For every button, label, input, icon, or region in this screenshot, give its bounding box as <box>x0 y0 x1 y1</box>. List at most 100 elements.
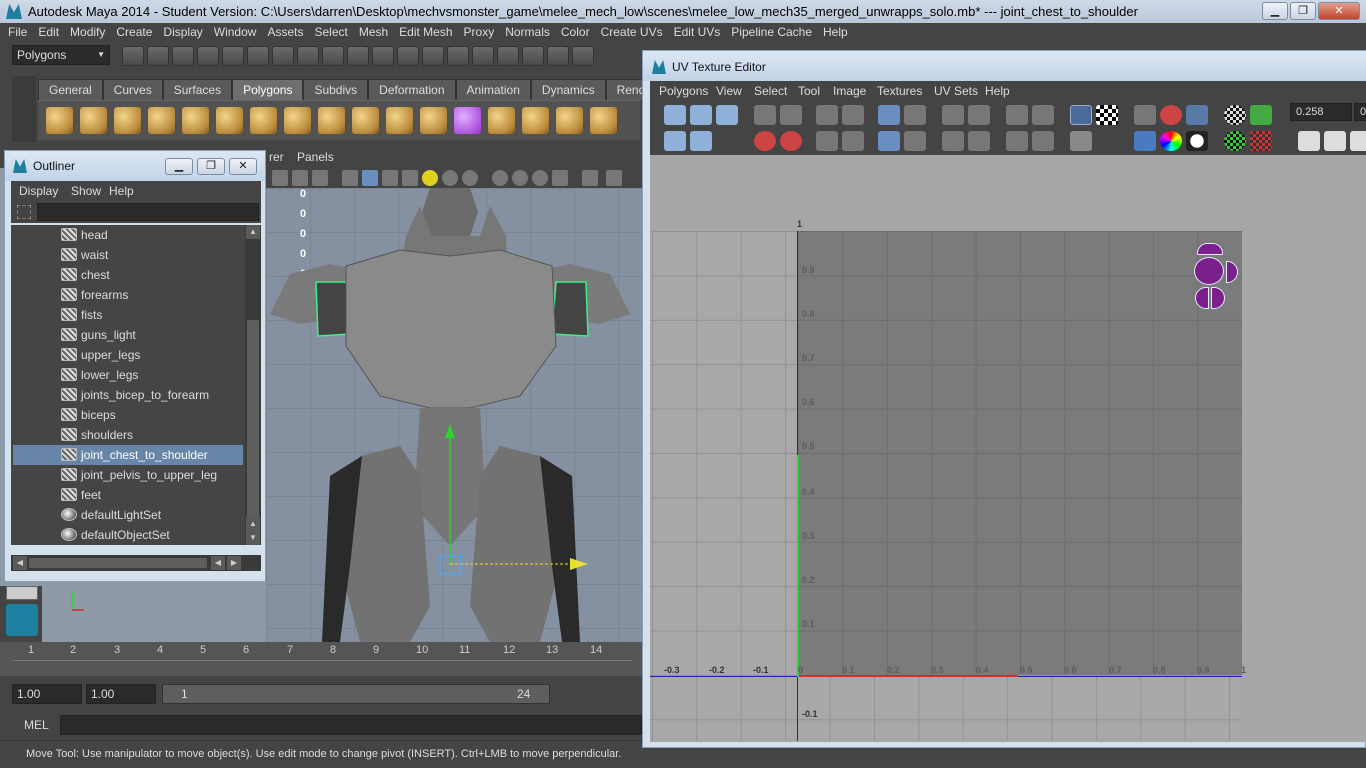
poly-cube-icon[interactable] <box>80 107 107 134</box>
uv-u-value-field[interactable]: 0.258 <box>1290 103 1352 121</box>
menu-proxy[interactable]: Proxy <box>460 23 502 42</box>
playback-start-field[interactable]: 1.00 <box>86 684 156 704</box>
layout-uvs-icon[interactable] <box>878 105 900 125</box>
close-button[interactable]: ✕ <box>1318 2 1360 20</box>
select-object-icon[interactable] <box>222 46 244 66</box>
render-settings-icon[interactable] <box>547 46 569 66</box>
mech-chest[interactable] <box>345 249 557 409</box>
poly-soccer-ball-icon[interactable] <box>318 107 345 134</box>
scroll-left-icon[interactable]: ◀ <box>13 556 27 570</box>
outliner-item[interactable]: joints_bicep_to_forearm <box>13 385 243 405</box>
scroll-down-icon[interactable]: ▼ <box>246 531 260 545</box>
menu-edit-uvs[interactable]: Edit UVs <box>670 23 728 42</box>
add-to-isolate-icon[interactable] <box>1032 105 1054 125</box>
shaded-uvs-icon[interactable] <box>1186 105 1208 125</box>
ipr-render-icon[interactable] <box>472 46 494 66</box>
open-scene-icon[interactable] <box>147 46 169 66</box>
command-language-label[interactable]: MEL <box>24 718 49 732</box>
shelf-tab-curves[interactable]: Curves <box>102 79 163 100</box>
psd-network-icon[interactable] <box>1250 105 1272 125</box>
filter-icon[interactable] <box>17 205 31 219</box>
menu-pipeline-cache[interactable]: Pipeline Cache <box>727 23 819 42</box>
extrude-icon[interactable] <box>488 107 515 134</box>
rotate-cw-icon[interactable] <box>780 131 802 151</box>
rgb-channels-icon[interactable] <box>1160 131 1182 151</box>
uv-smudge-icon[interactable] <box>716 105 738 125</box>
uv-menu-select[interactable]: Select <box>754 84 787 98</box>
uv-menu-view[interactable]: View <box>716 84 742 98</box>
outliner-item[interactable]: forearms <box>13 285 243 305</box>
poly-pyramid-icon[interactable] <box>250 107 277 134</box>
outliner-horizontal-scrollbar[interactable]: ◀ ◀ ▶ <box>11 555 261 571</box>
outliner-maximize-button[interactable]: ❐ <box>197 158 225 175</box>
minimize-button[interactable]: ▁ <box>1262 2 1288 20</box>
shelf-tab-subdivs[interactable]: Subdivs <box>303 79 369 100</box>
make-live-icon[interactable] <box>397 46 419 66</box>
split-polygon-icon[interactable] <box>590 107 617 134</box>
poly-pipe-icon[interactable] <box>284 107 311 134</box>
shelf-tab-animation[interactable]: Animation <box>455 79 531 100</box>
poly-plane-icon[interactable] <box>182 107 209 134</box>
poly-cone-icon[interactable] <box>148 107 175 134</box>
outliner-item[interactable]: upper_legs <box>13 345 243 365</box>
layout-quad-icon[interactable] <box>6 586 38 600</box>
selection-mask-icon[interactable] <box>272 46 294 66</box>
outliner-item[interactable]: biceps <box>13 405 243 425</box>
animation-start-field[interactable]: 1.00 <box>12 684 82 704</box>
hypershade-icon[interactable] <box>572 46 594 66</box>
align-max-u-icon[interactable] <box>968 105 990 125</box>
outliner-item[interactable]: guns_light <box>13 325 243 345</box>
time-slider[interactable]: 1 2 3 4 5 6 7 8 9 10 11 12 13 14 <box>0 642 642 676</box>
split-uvs-icon[interactable] <box>842 105 864 125</box>
help-icon[interactable] <box>497 46 519 66</box>
align-max-v-icon[interactable] <box>968 131 990 151</box>
outliner-menu-display[interactable]: Display <box>19 184 58 198</box>
move-x-arrow-icon[interactable] <box>570 558 588 570</box>
outliner-close-button[interactable]: ✕ <box>229 158 257 175</box>
menu-assets[interactable]: Assets <box>263 23 310 42</box>
scrollbar-thumb[interactable] <box>247 320 259 520</box>
outliner-menu-show[interactable]: Show <box>71 184 101 198</box>
menu-normals[interactable]: Normals <box>501 23 557 42</box>
scroll-up-icon[interactable]: ▲ <box>246 225 260 239</box>
display-image-icon[interactable] <box>1070 105 1092 125</box>
menu-create[interactable]: Create <box>112 23 159 42</box>
outliner-title-bar[interactable]: Outliner ▁ ❐ ✕ <box>5 151 265 181</box>
menu-help[interactable]: Help <box>819 23 855 42</box>
uv-menu-tool[interactable]: Tool <box>798 84 820 98</box>
mech-right-joint[interactable] <box>551 281 589 337</box>
display-grid-icon[interactable] <box>1134 105 1156 125</box>
menu-select[interactable]: Select <box>310 23 354 42</box>
menu-create-uvs[interactable]: Create UVs <box>597 23 670 42</box>
playback-range-slider[interactable]: 1 24 <box>162 684 550 704</box>
uv-shell[interactable] <box>1194 257 1224 285</box>
snap-grid-icon[interactable] <box>297 46 319 66</box>
save-scene-icon[interactable] <box>172 46 194 66</box>
scroll-left-icon[interactable]: ◀ <box>211 556 225 570</box>
combine-icon[interactable] <box>352 107 379 134</box>
scrollbar-thumb[interactable] <box>29 558 207 568</box>
align-min-v-icon[interactable] <box>942 131 964 151</box>
snap-curve-icon[interactable] <box>322 46 344 66</box>
separate-icon[interactable] <box>386 107 413 134</box>
menu-edit[interactable]: Edit <box>34 23 66 42</box>
mech-head[interactable] <box>422 188 478 236</box>
rotate-ccw-icon[interactable] <box>754 131 776 151</box>
append-polygon-icon[interactable] <box>556 107 583 134</box>
outliner-item-selected[interactable]: joint_chest_to_shoulder <box>13 445 243 465</box>
uv-menu-polygons[interactable]: Polygons <box>659 84 708 98</box>
uv-editor-canvas[interactable]: 1 0.9 0.8 0.7 0.6 0.5 0.4 0.3 0.2 0.1 -0… <box>650 155 1366 742</box>
render-icon[interactable] <box>447 46 469 66</box>
align-min-u-icon[interactable] <box>942 105 964 125</box>
grid-uvs-icon[interactable] <box>904 105 926 125</box>
history-icon[interactable] <box>422 46 444 66</box>
poly-cylinder-icon[interactable] <box>114 107 141 134</box>
image-range-icon[interactable] <box>1224 105 1246 125</box>
relax-uvs-icon[interactable] <box>904 131 926 151</box>
outliner-item[interactable]: defaultLightSet <box>13 505 243 525</box>
uv-menu-help[interactable]: Help <box>985 84 1010 98</box>
outliner-item[interactable]: feet <box>13 485 243 505</box>
outliner-vertical-scrollbar[interactable]: ▲ ▲ ▼ <box>245 225 261 545</box>
snap-point-icon[interactable] <box>347 46 369 66</box>
outliner-item[interactable]: defaultObjectSet <box>13 525 243 545</box>
